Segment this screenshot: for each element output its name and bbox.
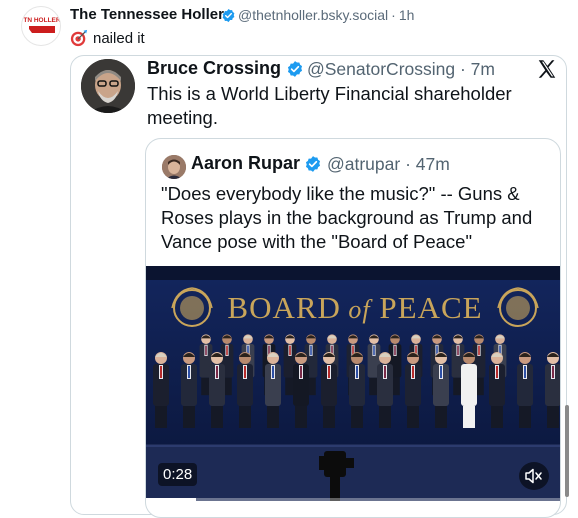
inner-quoted-post-card[interactable]: Aaron Rupar @atrupar · 47m "Does everybo… xyxy=(145,138,561,518)
quoted-post-card[interactable]: Bruce Crossing @SenatorCrossing · 7m Thi… xyxy=(70,55,567,518)
page-scrollbar[interactable] xyxy=(565,405,569,497)
verified-badge-icon xyxy=(305,156,321,172)
inner-post-time[interactable]: 47m xyxy=(416,154,450,174)
post-text: nailed it xyxy=(70,29,145,47)
inner-author-handle-line: @atrupar · 47m xyxy=(327,154,450,174)
author-name[interactable]: The Tennessee Holler xyxy=(70,6,224,23)
inner-author-handle[interactable]: @atrupar xyxy=(327,154,400,174)
quoted-author-handle-line: @SenatorCrossing · 7m xyxy=(307,59,495,79)
mute-icon xyxy=(525,468,542,484)
avatar-aaron-rupar[interactable] xyxy=(162,155,186,179)
x-logo-icon[interactable] xyxy=(536,58,558,80)
verified-badge-icon xyxy=(287,61,303,77)
quoted-author-name[interactable]: Bruce Crossing xyxy=(147,58,281,79)
quoted-author-handle[interactable]: @SenatorCrossing xyxy=(307,59,455,79)
verified-badge-icon xyxy=(222,8,235,23)
quoted-post-body: This is a World Liberty Financial shareh… xyxy=(147,83,512,128)
post-body: nailed it xyxy=(93,29,145,47)
video-duration: 0:28 xyxy=(158,463,198,486)
avatar-tennessee-holler[interactable]: TN HOLLER xyxy=(21,6,61,46)
video-player[interactable]: BOARD of PEACE 0:28 xyxy=(146,266,560,501)
video-banner-text: BOARD of PEACE xyxy=(227,290,482,325)
inner-author-name[interactable]: Aaron Rupar xyxy=(191,153,300,174)
author-handle[interactable]: @thetnholler.bsky.social xyxy=(238,7,388,23)
post-time[interactable]: 1h xyxy=(399,7,415,23)
author-handle-line: @thetnholler.bsky.social · 1h xyxy=(238,7,415,23)
inner-post-body: "Does everybody like the music?" -- Guns… xyxy=(161,183,533,252)
mute-button[interactable] xyxy=(519,462,549,490)
target-emoji-icon xyxy=(70,29,88,47)
avatar-logo-text: TN HOLLER xyxy=(23,17,60,24)
video-frame: BOARD of PEACE xyxy=(146,266,560,501)
quoted-post-time[interactable]: 7m xyxy=(471,59,495,79)
avatar-bruce-crossing[interactable] xyxy=(81,59,135,113)
